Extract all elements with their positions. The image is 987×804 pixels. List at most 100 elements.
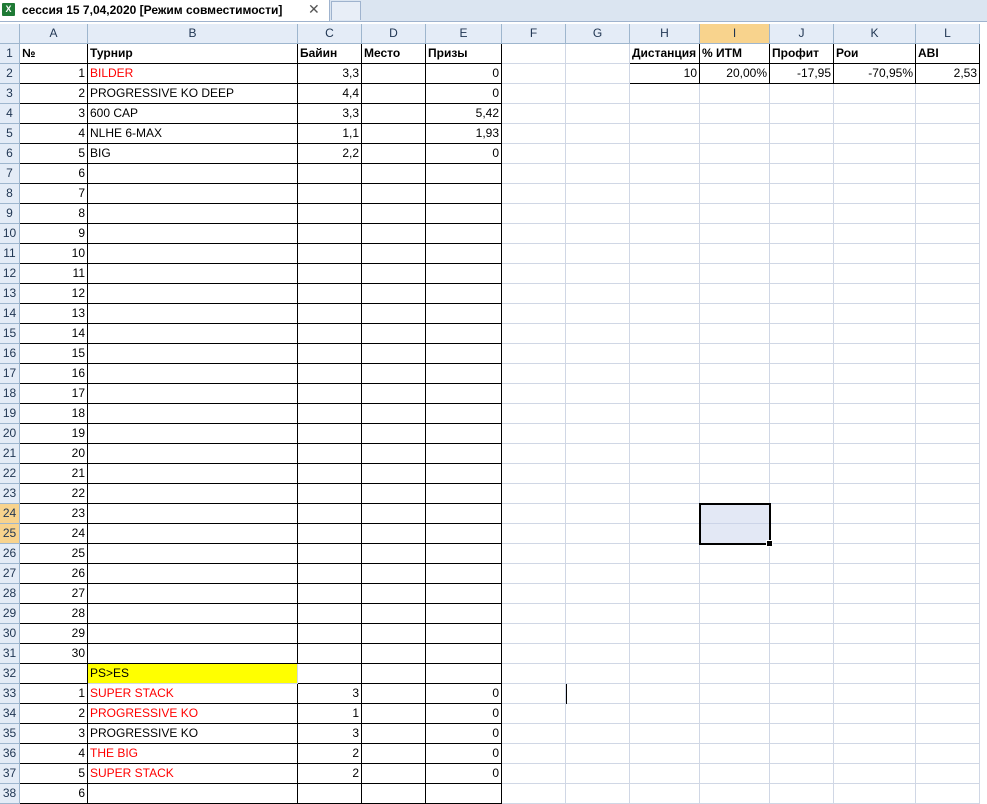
cell-C11[interactable]: [298, 244, 362, 264]
cell-A37[interactable]: 5: [20, 764, 88, 784]
cell-B20[interactable]: [88, 424, 298, 444]
cell-C22[interactable]: [298, 464, 362, 484]
cell-F20[interactable]: [502, 424, 566, 444]
cell-H37[interactable]: [630, 764, 700, 784]
cell-B8[interactable]: [88, 184, 298, 204]
cell-A38[interactable]: 6: [20, 784, 88, 804]
cell-K22[interactable]: [834, 464, 916, 484]
cell-L11[interactable]: [916, 244, 980, 264]
cell-I19[interactable]: [700, 404, 770, 424]
cell-G38[interactable]: [566, 784, 630, 804]
cell-I35[interactable]: [700, 724, 770, 744]
cell-C4[interactable]: 3,3: [298, 104, 362, 124]
cell-E5[interactable]: 1,93: [426, 124, 502, 144]
cell-C8[interactable]: [298, 184, 362, 204]
row-header-11[interactable]: 11: [0, 244, 20, 264]
cell-K6[interactable]: [834, 144, 916, 164]
cell-F36[interactable]: [502, 744, 566, 764]
cell-K32[interactable]: [834, 664, 916, 684]
cell-H15[interactable]: [630, 324, 700, 344]
cell-K27[interactable]: [834, 564, 916, 584]
cell-I4[interactable]: [700, 104, 770, 124]
cell-J14[interactable]: [770, 304, 834, 324]
cell-H5[interactable]: [630, 124, 700, 144]
cell-E4[interactable]: 5,42: [426, 104, 502, 124]
cell-E30[interactable]: [426, 624, 502, 644]
cell-D18[interactable]: [362, 384, 426, 404]
cell-E38[interactable]: [426, 784, 502, 804]
cell-D24[interactable]: [362, 504, 426, 524]
cell-C35[interactable]: 3: [298, 724, 362, 744]
column-header-I[interactable]: I: [700, 24, 770, 44]
cell-J22[interactable]: [770, 464, 834, 484]
cell-D2[interactable]: [362, 64, 426, 84]
cell-E18[interactable]: [426, 384, 502, 404]
cell-G32[interactable]: [566, 664, 630, 684]
cell-B6[interactable]: BIG: [88, 144, 298, 164]
cell-E25[interactable]: [426, 524, 502, 544]
cell-K11[interactable]: [834, 244, 916, 264]
cell-G37[interactable]: [566, 764, 630, 784]
cell-H2[interactable]: 10: [630, 64, 700, 84]
cell-J21[interactable]: [770, 444, 834, 464]
cell-J29[interactable]: [770, 604, 834, 624]
cell-D26[interactable]: [362, 544, 426, 564]
cell-D34[interactable]: [362, 704, 426, 724]
cell-B12[interactable]: [88, 264, 298, 284]
cell-E23[interactable]: [426, 484, 502, 504]
cell-C36[interactable]: 2: [298, 744, 362, 764]
cell-F6[interactable]: [502, 144, 566, 164]
cell-D15[interactable]: [362, 324, 426, 344]
cell-A27[interactable]: 26: [20, 564, 88, 584]
cell-G5[interactable]: [566, 124, 630, 144]
cell-L28[interactable]: [916, 584, 980, 604]
cell-G30[interactable]: [566, 624, 630, 644]
cell-B26[interactable]: [88, 544, 298, 564]
cell-D33[interactable]: [362, 684, 426, 704]
cell-H7[interactable]: [630, 164, 700, 184]
cell-H30[interactable]: [630, 624, 700, 644]
cell-E26[interactable]: [426, 544, 502, 564]
cell-D11[interactable]: [362, 244, 426, 264]
cell-A33[interactable]: 1: [20, 684, 88, 704]
cell-G21[interactable]: [566, 444, 630, 464]
row-header-10[interactable]: 10: [0, 224, 20, 244]
cell-A7[interactable]: 6: [20, 164, 88, 184]
cell-B33[interactable]: SUPER STACK: [88, 684, 298, 704]
cell-L27[interactable]: [916, 564, 980, 584]
cell-J13[interactable]: [770, 284, 834, 304]
cell-J26[interactable]: [770, 544, 834, 564]
cell-G11[interactable]: [566, 244, 630, 264]
cell-L29[interactable]: [916, 604, 980, 624]
cell-F10[interactable]: [502, 224, 566, 244]
cell-H9[interactable]: [630, 204, 700, 224]
cell-J23[interactable]: [770, 484, 834, 504]
cell-J37[interactable]: [770, 764, 834, 784]
cell-G23[interactable]: [566, 484, 630, 504]
cell-A18[interactable]: 17: [20, 384, 88, 404]
cell-A34[interactable]: 2: [20, 704, 88, 724]
cell-L3[interactable]: [916, 84, 980, 104]
cell-L12[interactable]: [916, 264, 980, 284]
cell-L22[interactable]: [916, 464, 980, 484]
cell-L2[interactable]: 2,53: [916, 64, 980, 84]
cell-E24[interactable]: [426, 504, 502, 524]
cell-D29[interactable]: [362, 604, 426, 624]
cell-J16[interactable]: [770, 344, 834, 364]
cell-L10[interactable]: [916, 224, 980, 244]
cell-I29[interactable]: [700, 604, 770, 624]
row-header-22[interactable]: 22: [0, 464, 20, 484]
cell-A25[interactable]: 24: [20, 524, 88, 544]
cell-K18[interactable]: [834, 384, 916, 404]
cell-D4[interactable]: [362, 104, 426, 124]
cell-G14[interactable]: [566, 304, 630, 324]
cell-K10[interactable]: [834, 224, 916, 244]
cell-E17[interactable]: [426, 364, 502, 384]
cell-H12[interactable]: [630, 264, 700, 284]
cell-K1[interactable]: Рои: [834, 44, 916, 64]
cell-H14[interactable]: [630, 304, 700, 324]
cell-G6[interactable]: [566, 144, 630, 164]
cell-G17[interactable]: [566, 364, 630, 384]
cell-F12[interactable]: [502, 264, 566, 284]
row-header-24[interactable]: 24: [0, 504, 20, 524]
